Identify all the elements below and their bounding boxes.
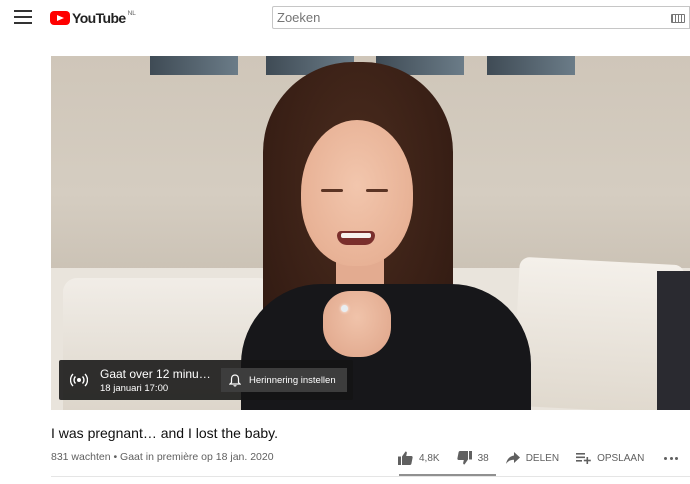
keyboard-icon[interactable]: [671, 14, 685, 23]
video-title: I was pregnant… and I lost the baby.: [51, 425, 278, 441]
playlist-add-icon: [576, 453, 591, 464]
region-label: NL: [127, 10, 136, 17]
share-button[interactable]: DELEN: [505, 444, 560, 472]
search-box: [272, 6, 690, 29]
reminder-label: Herinnering instellen: [249, 374, 336, 386]
dislike-button[interactable]: 38: [456, 444, 489, 472]
premiere-banner: Gaat over 12 minute... 18 januari 17:00 …: [59, 360, 353, 400]
thumbs-down-icon: [456, 451, 472, 465]
save-label: OPSLAAN: [597, 452, 645, 464]
share-icon: [505, 452, 520, 464]
masthead: YouTube NL: [0, 0, 690, 36]
share-label: DELEN: [525, 452, 560, 464]
menu-icon[interactable]: [14, 10, 32, 26]
bell-icon: [229, 373, 241, 387]
save-button[interactable]: OPSLAAN: [576, 444, 644, 472]
video-thumbnail: [51, 56, 690, 410]
video-player[interactable]: Gaat over 12 minute... 18 januari 17:00 …: [51, 56, 690, 410]
video-meta: 831 wachten • Gaat in première op 18 jan…: [51, 451, 274, 463]
like-button[interactable]: 4,8K: [398, 444, 440, 472]
thumbs-up-icon: [398, 451, 413, 465]
youtube-logo[interactable]: YouTube NL: [50, 9, 136, 27]
set-reminder-button[interactable]: Herinnering instellen: [221, 368, 347, 392]
premiere-countdown: Gaat over 12 minute...: [100, 367, 212, 381]
divider: [51, 476, 690, 477]
video-actions: 4,8K 38 DELEN OPSLAAN: [398, 444, 681, 472]
live-broadcast-icon: [70, 373, 88, 387]
premiere-date: 18 januari 17:00: [100, 383, 169, 394]
dislike-count: 38: [477, 452, 489, 464]
more-icon[interactable]: [664, 444, 681, 472]
search-input[interactable]: [273, 7, 653, 28]
like-count: 4,8K: [419, 452, 440, 464]
logo-text: YouTube: [72, 10, 126, 26]
youtube-logo-icon: [50, 11, 70, 25]
